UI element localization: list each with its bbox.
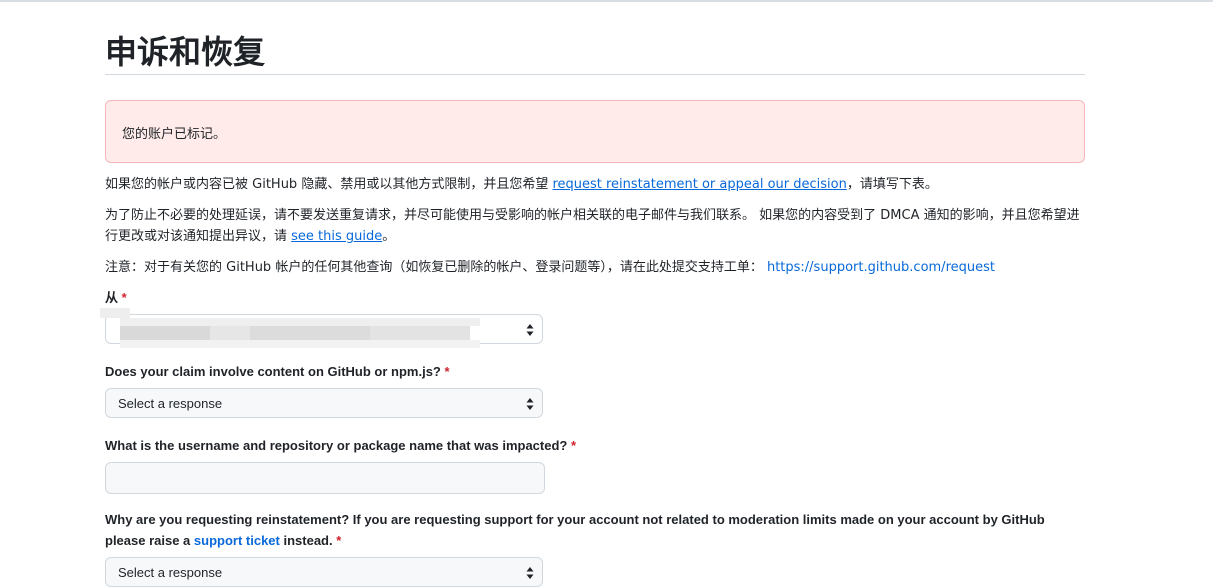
flash-alert: 您的账户已标记。 [105,100,1085,163]
required-mark: * [121,290,127,305]
content-type-select[interactable]: Select a response [105,388,543,418]
title-divider [105,74,1085,75]
q1-label-text: Does your claim involve content on GitHu… [105,364,441,379]
q3-label-text: Why are you requesting reinstatement? If… [105,512,1045,527]
q2-label: What is the username and repository or p… [105,435,576,456]
select-caret-icon [526,398,534,410]
page-title: 申诉和恢复 [105,33,266,71]
content-type-select-value: Select a response [118,396,223,411]
impacted-name-input[interactable] [105,462,545,494]
from-label-text: 从 [105,290,119,305]
from-select[interactable] [105,314,543,344]
intro-text: 。 [382,229,396,244]
reinstatement-link[interactable]: request reinstatement or appeal our deci… [552,177,846,192]
intro-paragraph-3: 注意：对于有关您的 GitHub 帐户的任何其他查询（如恢复已删除的帐户、登录问… [105,257,1085,278]
q3-label-text: instead. [279,533,333,548]
from-label: 从 * [105,287,127,308]
flash-message: 您的账户已标记。 [122,127,227,142]
select-caret-icon [526,324,534,336]
top-border [0,0,1213,2]
intro-paragraph-1: 如果您的帐户或内容已被 GitHub 隐藏、禁用或以其他方式限制，并且您希望 r… [105,174,1085,195]
required-mark: * [444,364,450,379]
intro-text: ，请填写下表。 [846,177,938,192]
select-caret-icon [526,567,534,579]
see-guide-link[interactable]: see this guide [291,229,382,244]
required-mark: * [570,438,577,453]
required-mark: * [336,533,342,548]
intro-paragraph-2: 为了防止不必要的处理延误，请不要发送重复请求，并尽可能使用与受影响的帐户相关联的… [105,205,1085,247]
reinstatement-reason-select[interactable]: Select a response [105,557,543,587]
reinstatement-reason-select-value: Select a response [118,565,223,580]
intro-text: 为了防止不必要的处理延误，请不要发送重复请求，并尽可能使用与受影响的帐户相关联的… [105,208,1080,244]
support-request-link[interactable]: https://support.github.com/request [767,260,995,275]
intro-text: 注意：对于有关您的 GitHub 帐户的任何其他查询（如恢复已删除的帐户、登录问… [105,260,767,275]
q3-label: Why are you requesting reinstatement? If… [105,509,1085,551]
q3-label-text: please raise a [105,533,194,548]
intro-text: 如果您的帐户或内容已被 GitHub 隐藏、禁用或以其他方式限制，并且您希望 [105,177,553,192]
q1-label: Does your claim involve content on GitHu… [105,361,450,382]
q2-label-text: What is the username and repository or p… [105,438,568,453]
support-ticket-link[interactable]: support ticket [194,533,280,548]
